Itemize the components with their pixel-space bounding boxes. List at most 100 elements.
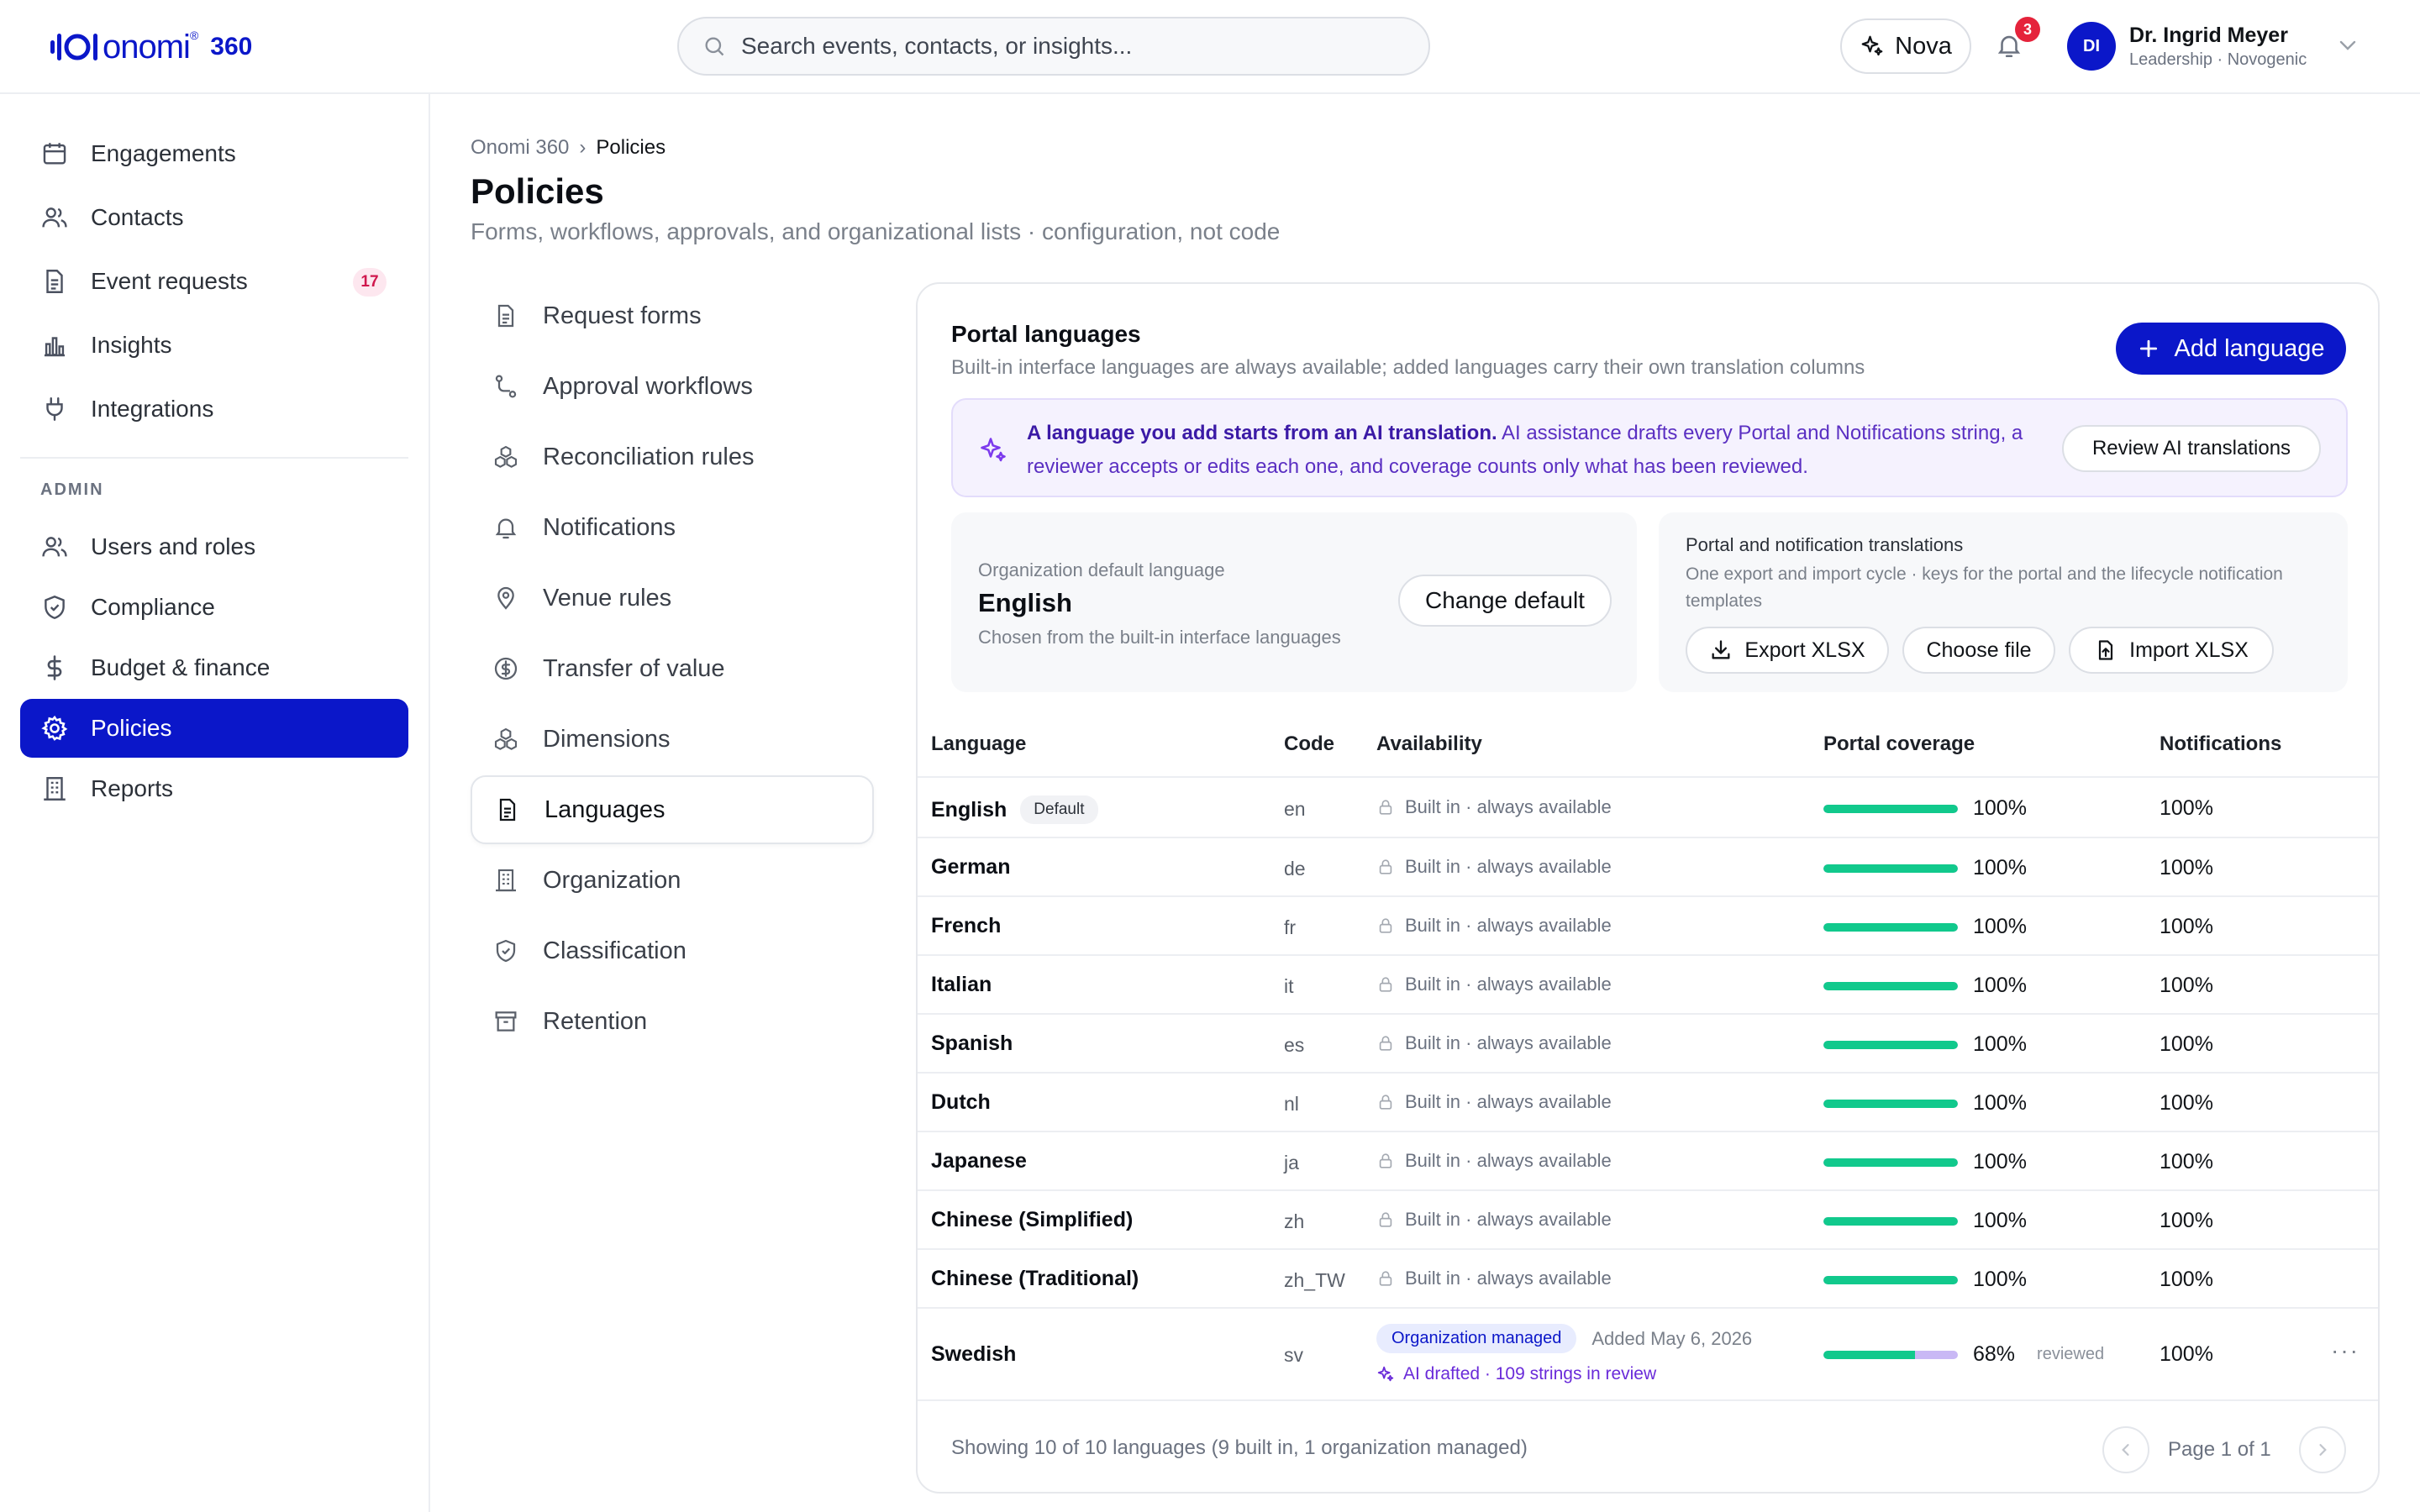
policies-nav-organization[interactable]: Organization xyxy=(471,846,874,915)
table-row[interactable]: Chinese (Simplified) zh Built in · always … xyxy=(918,1191,2378,1250)
policies-nav-retention[interactable]: Retention xyxy=(471,987,874,1056)
policies-nav-transfer-of-value[interactable]: Transfer of value xyxy=(471,634,874,703)
sidebar-item-policies[interactable]: Policies xyxy=(20,699,408,758)
onomi-logo[interactable]: onomi ® 360 xyxy=(49,24,252,71)
language-name-text: German xyxy=(931,855,1011,879)
coverage-bar-fill xyxy=(1823,1216,1958,1226)
search-input[interactable] xyxy=(741,33,1413,60)
row-more-actions-button[interactable]: ··· xyxy=(2331,1337,2360,1364)
sidebar-item-insights[interactable]: Insights xyxy=(20,316,408,375)
availability-text: Built in · always available xyxy=(1405,915,1612,936)
chevron-left-icon xyxy=(2122,1444,2129,1456)
column-header-portal-coverage[interactable]: Portal coverage xyxy=(1823,732,1975,756)
availability-text: Built in · always available xyxy=(1405,1150,1612,1171)
ai-draft-status[interactable]: AI drafted · 109 strings in review xyxy=(1376,1364,1656,1384)
availability-text: Built in · always available xyxy=(1405,1268,1612,1289)
table-row[interactable]: Swedish sv Organization managed Added May 6… xyxy=(918,1309,2378,1401)
nova-assistant-button[interactable]: Nova xyxy=(1840,18,1971,74)
breadcrumb: Onomi 360 › Policies xyxy=(471,136,666,160)
portal-coverage: 100% xyxy=(1823,856,2027,880)
policies-nav-notifications[interactable]: Notifications xyxy=(471,493,874,562)
sidebar-item-engagements[interactable]: Engagements xyxy=(20,124,408,183)
user-menu-chevron[interactable] xyxy=(2338,39,2358,52)
coverage-bar-fill xyxy=(1823,1350,1915,1359)
notifications-coverage-value: 100% xyxy=(2160,856,2213,879)
language-code: nl xyxy=(1284,1093,1299,1115)
users-icon xyxy=(42,537,67,557)
sidebar-item-reports[interactable]: Reports xyxy=(20,759,408,818)
previous-page-button[interactable] xyxy=(2102,1426,2149,1473)
building-icon xyxy=(496,869,516,892)
panel-description: Built-in interface languages are always … xyxy=(951,356,1865,379)
policies-nav-request-forms[interactable]: Request forms xyxy=(471,281,874,350)
column-header-code[interactable]: Code xyxy=(1284,732,1334,756)
language-code: zh xyxy=(1284,1210,1305,1232)
notifications-coverage-value: 100% xyxy=(2160,1268,2213,1291)
add-language-button[interactable]: Add language xyxy=(2116,323,2346,375)
lock-icon xyxy=(1379,859,1392,874)
sidebar-section-admin: ADMIN xyxy=(40,480,104,499)
user-avatar[interactable]: DI xyxy=(2067,22,2116,71)
change-default-button[interactable]: Change default xyxy=(1398,575,1612,627)
language-name: Dutch xyxy=(931,1090,991,1115)
table-row[interactable]: Japanese ja Built in · always available 100… xyxy=(918,1132,2378,1191)
policies-nav-dimensions[interactable]: Dimensions xyxy=(471,705,874,774)
sidebar-item-label: Users and roles xyxy=(91,533,256,559)
archive-icon xyxy=(495,1011,517,1032)
column-header-availability[interactable]: Availability xyxy=(1376,732,1482,756)
import-xlsx-button[interactable]: Import XLSX xyxy=(2069,627,2274,674)
policies-nav-approval-workflows[interactable]: Approval workflows xyxy=(471,352,874,421)
availability-status: Built in · always available xyxy=(1376,1032,1612,1054)
global-search[interactable] xyxy=(677,17,1430,76)
plug-icon xyxy=(46,397,63,421)
next-page-button[interactable] xyxy=(2299,1426,2346,1473)
translations-title: Portal and notification translations xyxy=(1686,534,1964,555)
top-header: onomi ® 360 Nova 3 DI Dr. Ingrid Meyer L… xyxy=(0,0,2420,94)
table-row[interactable]: English Default en Built in · always availa… xyxy=(918,778,2378,838)
logo-mark-icon xyxy=(50,34,97,60)
policies-nav-languages[interactable]: Languages xyxy=(471,775,874,844)
sidebar-item-users-and-roles[interactable]: Users and roles xyxy=(20,517,408,576)
sidebar-item-label: Integrations xyxy=(91,396,214,422)
column-header-language[interactable]: Language xyxy=(931,732,1026,756)
table-row[interactable]: German de Built in · always available 100% 1… xyxy=(918,838,2378,897)
choose-file-button[interactable]: Choose file xyxy=(1902,627,2055,674)
translations-description: One export and import cycle · keys for t… xyxy=(1686,564,2283,611)
portal-coverage-value: 100% xyxy=(1973,796,2027,820)
table-row[interactable]: French fr Built in · always available 100% 1… xyxy=(918,897,2378,956)
export-xlsx-button[interactable]: Export XLSX xyxy=(1686,627,1889,674)
sidebar-item-event-requests[interactable]: Event requests 17 xyxy=(20,252,408,311)
sidebar-item-contacts[interactable]: Contacts xyxy=(20,188,408,247)
policies-nav-label: Approval workflows xyxy=(543,372,753,400)
table-row[interactable]: Dutch nl Built in · always available 100% 10… xyxy=(918,1074,2378,1132)
sidebar-item-integrations[interactable]: Integrations xyxy=(20,380,408,438)
default-badge: Default xyxy=(1020,795,1098,824)
ai-banner-headline: A language you add starts from an AI tra… xyxy=(1027,422,1497,444)
sidebar-item-budget-finance[interactable]: Budget & finance xyxy=(20,638,408,697)
policies-nav-venue-rules[interactable]: Venue rules xyxy=(471,564,874,633)
table-footer-summary: Showing 10 of 10 languages (9 built in, … xyxy=(951,1436,1528,1459)
user-name[interactable]: Dr. Ingrid Meyer xyxy=(2129,24,2288,48)
notifications-coverage-value: 100% xyxy=(2160,974,2213,997)
notifications-coverage-value: 100% xyxy=(2160,796,2213,820)
portal-coverage: 100% xyxy=(1823,1150,2027,1174)
breadcrumb-root-link[interactable]: Onomi 360 xyxy=(471,136,569,160)
lock-icon xyxy=(1379,1271,1392,1286)
document-icon xyxy=(46,270,63,293)
document-icon xyxy=(499,798,516,822)
portal-coverage: 100% xyxy=(1823,1032,2027,1057)
table-row[interactable]: Italian it Built in · always available 100%… xyxy=(918,956,2378,1015)
sidebar-item-compliance[interactable]: Compliance xyxy=(20,578,408,637)
policies-nav-label: Classification xyxy=(543,937,687,964)
availability-status: Built in · always available xyxy=(1376,1091,1612,1113)
breadcrumb-separator: › xyxy=(579,136,587,159)
column-header-notifications[interactable]: Notifications xyxy=(2160,732,2281,756)
add-language-label: Add language xyxy=(2174,334,2325,362)
policies-nav-classification[interactable]: Classification xyxy=(471,916,874,985)
table-row[interactable]: Spanish es Built in · always available 100%… xyxy=(918,1015,2378,1074)
language-code: it xyxy=(1284,975,1294,997)
notifications-coverage-value: 100% xyxy=(2160,1091,2213,1115)
review-ai-translations-button[interactable]: Review AI translations xyxy=(2062,425,2321,472)
policies-nav-reconciliation-rules[interactable]: Reconciliation rules xyxy=(471,423,874,491)
table-row[interactable]: Chinese (Traditional) zh_TW Built in · alw… xyxy=(918,1250,2378,1309)
